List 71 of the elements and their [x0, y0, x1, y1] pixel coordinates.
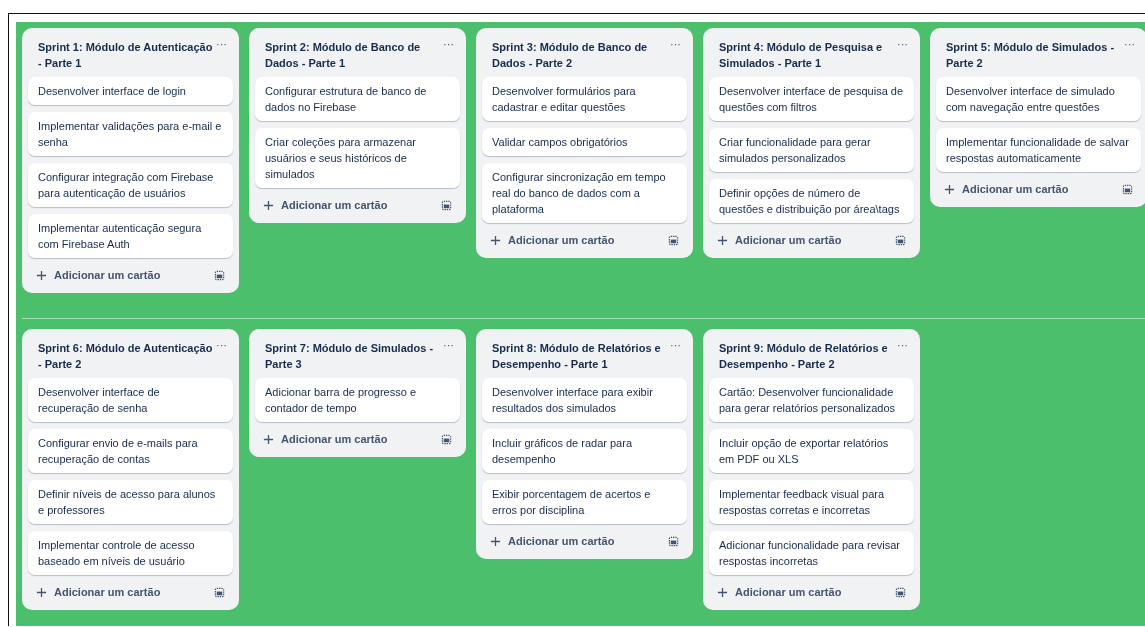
- add-card-button[interactable]: Adicionar um cartão: [263, 199, 388, 211]
- template-icon[interactable]: [441, 433, 452, 445]
- task-card[interactable]: Implementar validações para e-mail e senha: [28, 112, 233, 156]
- task-card[interactable]: Configurar envio de e-mails para recuperação de contas: [28, 429, 233, 473]
- task-card[interactable]: Definir níveis de acesso para alunos e professores: [28, 480, 233, 524]
- task-card[interactable]: Desenvolver interface de login: [28, 77, 233, 105]
- task-card[interactable]: Desenvolver interface de pesquisa de questões com filtros: [709, 77, 914, 121]
- task-card[interactable]: Criar coleções para armazenar usuários e seus históricos de simulados: [255, 128, 460, 188]
- list-menu-button[interactable]: ···: [895, 340, 910, 351]
- plus-icon: [263, 199, 274, 211]
- list-title: Sprint 4: Módulo de Pesquisa e Simulados - Parte 1: [719, 40, 884, 71]
- template-icon[interactable]: [214, 586, 225, 598]
- add-card-button[interactable]: Adicionar um cartão: [490, 234, 615, 246]
- task-card[interactable]: Definir opções de número de questões e distribuição por área\tags: [709, 179, 914, 223]
- task-card[interactable]: Incluir gráficos de radar para desempenho: [482, 429, 687, 473]
- plus-icon: [490, 535, 501, 547]
- task-card[interactable]: Cartão: Desenvolver funcionalidade para gerar relatórios personalizados: [709, 378, 914, 422]
- list-menu-button[interactable]: ···: [214, 340, 229, 351]
- list-title: Sprint 1: Módulo de Autenticação - Parte 1: [38, 40, 213, 71]
- list-title: Sprint 2: Módulo de Banco de Dados - Parte 1: [265, 40, 422, 71]
- list-menu-button[interactable]: ···: [214, 39, 229, 50]
- template-icon[interactable]: [895, 586, 906, 598]
- list-menu-button[interactable]: ···: [441, 340, 456, 351]
- task-card[interactable]: Configurar estrutura de banco de dados no Firebase: [255, 77, 460, 121]
- list-title: Sprint 5: Módulo de Simulados - Parte 2: [946, 40, 1116, 71]
- task-card[interactable]: Configurar integração com Firebase para autenticação de usuários: [28, 163, 233, 207]
- add-card-button[interactable]: Adicionar um cartão: [36, 586, 161, 598]
- add-card-button[interactable]: Adicionar um cartão: [944, 183, 1069, 195]
- plus-icon: [717, 234, 728, 246]
- task-card[interactable]: Criar funcionalidade para gerar simulados personalizados: [709, 128, 914, 172]
- add-card-button[interactable]: Adicionar um cartão: [717, 586, 842, 598]
- list-menu-button[interactable]: ···: [1122, 39, 1137, 50]
- task-card[interactable]: Exibir porcentagem de acertos e erros por disciplina: [482, 480, 687, 524]
- list-title: Sprint 3: Módulo de Banco de Dados - Parte 2: [492, 40, 649, 71]
- list-title: Sprint 6: Módulo de Autenticação - Parte 2: [38, 341, 213, 372]
- add-card-button[interactable]: Adicionar um cartão: [263, 433, 388, 445]
- list-title: Sprint 7: Módulo de Simulados - Parte 3: [265, 341, 435, 372]
- template-icon[interactable]: [1122, 183, 1133, 195]
- task-card[interactable]: Adicionar barra de progresso e contador de tempo: [255, 378, 460, 422]
- list-menu-button[interactable]: ···: [668, 39, 683, 50]
- task-card[interactable]: Incluir opção de exportar relatórios em PDF ou XLS: [709, 429, 914, 473]
- task-card[interactable]: Implementar autenticação segura com Firebase Auth: [28, 214, 233, 258]
- add-card-button[interactable]: Adicionar um cartão: [490, 535, 615, 547]
- task-card[interactable]: Desenvolver interface de recuperação de senha: [28, 378, 233, 422]
- task-card[interactable]: Validar campos obrigatórios: [482, 128, 687, 156]
- plus-icon: [944, 183, 955, 195]
- task-card[interactable]: Desenvolver formulários para cadastrar e editar questões: [482, 77, 687, 121]
- plus-icon: [263, 433, 274, 445]
- task-card[interactable]: Adicionar funcionalidade para revisar respostas incorretas: [709, 531, 914, 575]
- plus-icon: [490, 234, 501, 246]
- add-card-button[interactable]: Adicionar um cartão: [36, 269, 161, 281]
- list-title: Sprint 8: Módulo de Relatórios e Desempenho - Parte 1: [492, 341, 662, 372]
- template-icon[interactable]: [895, 234, 906, 246]
- add-card-button[interactable]: Adicionar um cartão: [717, 234, 842, 246]
- task-card[interactable]: Implementar feedback visual para respostas corretas e incorretas: [709, 480, 914, 524]
- task-card[interactable]: Implementar controle de acesso baseado em níveis de usuário: [28, 531, 233, 575]
- template-icon[interactable]: [441, 199, 452, 211]
- list-menu-button[interactable]: ···: [895, 39, 910, 50]
- plus-icon: [36, 586, 47, 598]
- list-menu-button[interactable]: ···: [441, 39, 456, 50]
- template-icon[interactable]: [668, 535, 679, 547]
- plus-icon: [36, 269, 47, 281]
- list-menu-button[interactable]: ···: [668, 340, 683, 351]
- template-icon[interactable]: [668, 234, 679, 246]
- task-card[interactable]: Desenvolver interface de simulado com navegação entre questões: [936, 77, 1141, 121]
- task-card[interactable]: Desenvolver interface para exibir resultados dos simulados: [482, 378, 687, 422]
- template-icon[interactable]: [214, 269, 225, 281]
- list-title: Sprint 9: Módulo de Relatórios e Desempenho - Parte 2: [719, 341, 889, 372]
- plus-icon: [717, 586, 728, 598]
- task-card[interactable]: Configurar sincronização em tempo real do banco de dados com a plataforma: [482, 163, 687, 223]
- task-card[interactable]: Implementar funcionalidade de salvar respostas automaticamente: [936, 128, 1141, 172]
